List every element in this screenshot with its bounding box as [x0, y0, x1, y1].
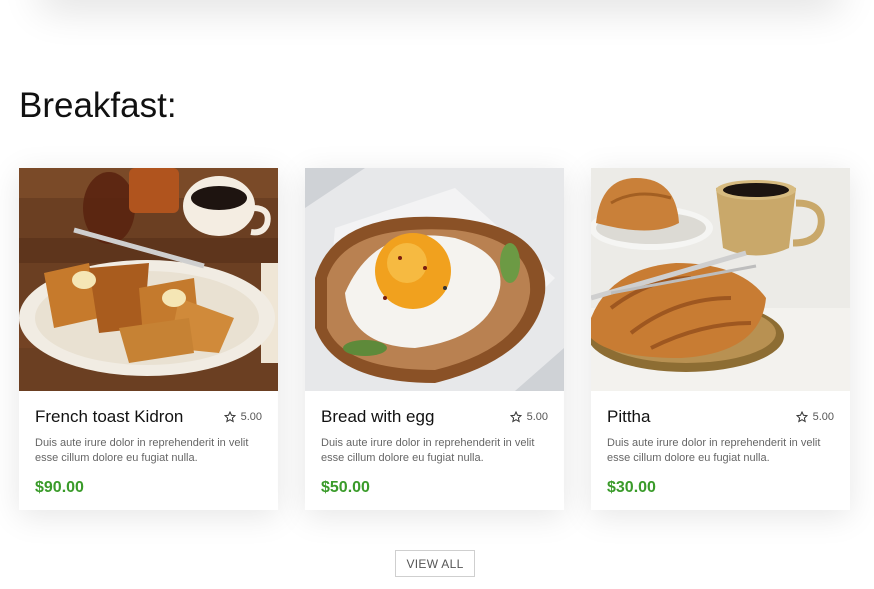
item-price: $90.00 [35, 479, 84, 496]
menu-card[interactable]: Pittha 5.00 Duis aute irure dolor in rep… [591, 168, 850, 510]
star-outline-icon [509, 411, 522, 423]
item-rating: 5.00 [509, 411, 548, 423]
star-outline-icon [223, 411, 236, 423]
egg-toast-image [305, 168, 564, 391]
item-rating: 5.00 [795, 411, 834, 423]
rating-value: 5.00 [240, 411, 262, 423]
item-description: Duis aute irure dolor in reprehenderit i… [321, 437, 535, 464]
item-rating: 5.00 [223, 411, 262, 423]
rating-value: 5.00 [526, 411, 548, 423]
star-outline-icon [795, 411, 808, 423]
item-price: $50.00 [321, 479, 370, 496]
item-name[interactable]: French toast Kidron [35, 407, 183, 427]
item-description: Duis aute irure dolor in reprehenderit i… [35, 437, 249, 464]
view-all-button[interactable]: VIEW ALL [395, 550, 475, 577]
croissant-image [591, 168, 850, 391]
section-heading: Breakfast: [19, 86, 177, 125]
item-name[interactable]: Bread with egg [321, 407, 434, 427]
item-description: Duis aute irure dolor in reprehenderit i… [607, 437, 821, 464]
rating-value: 5.00 [812, 411, 834, 423]
item-name[interactable]: Pittha [607, 407, 650, 427]
menu-card[interactable]: French toast Kidron 5.00 Duis aute irure… [19, 168, 278, 510]
item-price: $30.00 [607, 479, 656, 496]
french-toast-image [19, 168, 278, 391]
menu-card[interactable]: Bread with egg 5.00 Duis aute irure dolo… [305, 168, 564, 510]
